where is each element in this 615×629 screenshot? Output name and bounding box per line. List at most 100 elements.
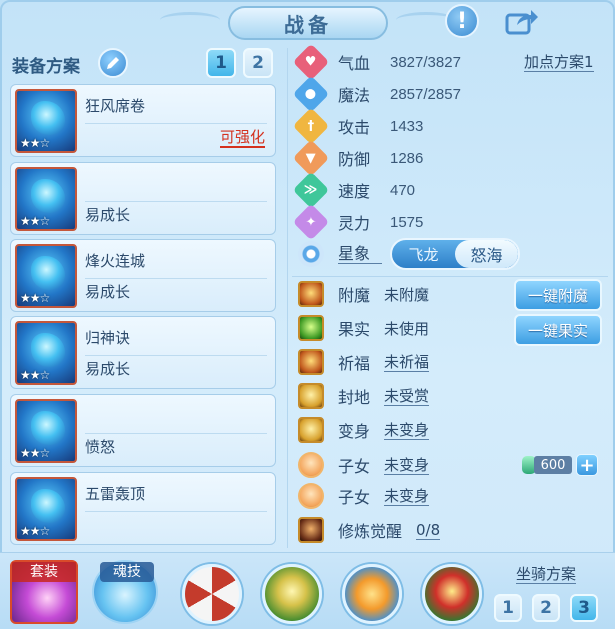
stat-value: 470 (390, 181, 416, 199)
star-sign-icon (298, 241, 324, 267)
spirit-icon: ✦ (292, 203, 330, 241)
equipment-row[interactable]: ★★☆ 归神诀 易成长 (10, 316, 276, 389)
feature-value[interactable]: 未变身 (384, 487, 430, 506)
skill-slot-2-icon[interactable] (262, 564, 322, 624)
soul-skill-label: 魂技 (100, 562, 154, 582)
star-sign-label[interactable]: 星象 (338, 244, 382, 264)
stat-row-attack: † 攻击 1433 (292, 107, 423, 145)
stat-row-mp: ● 魔法 2857/2857 (292, 75, 461, 113)
feature-label: 附魔 (338, 286, 371, 305)
feature-row-fief: 封地 未受赏 (296, 382, 430, 410)
star-sign-option-feilong[interactable]: 飞龙 (392, 240, 455, 268)
transform-icon (298, 417, 324, 443)
equipment-status: 易成长 (85, 360, 131, 378)
equipment-name: 狂风席卷 (85, 97, 146, 115)
stat-value: 1286 (390, 149, 424, 167)
skill-slot-4-icon[interactable] (422, 564, 482, 624)
info-icon[interactable]: ! (445, 4, 479, 38)
child-icon (298, 483, 324, 509)
panel-divider (287, 48, 288, 548)
attack-icon: † (292, 107, 330, 145)
stat-label: 气血 (338, 54, 371, 73)
heart-icon: ♥ (292, 43, 330, 81)
star-rating: ★★☆ (20, 214, 50, 228)
star-rating: ★★☆ (20, 368, 50, 382)
jade-counter: 600 + (522, 454, 604, 476)
equipment-row[interactable]: ★★☆ 易成长 (10, 162, 276, 235)
speed-icon: ≫ (292, 171, 330, 209)
feature-row-child-1: 子女 未变身 (296, 451, 430, 479)
equipment-icon: ★★☆ (15, 89, 77, 153)
equipment-name: 归神诀 (85, 329, 131, 347)
add-jade-button[interactable]: + (576, 454, 598, 476)
feature-value[interactable]: 未祈福 (384, 353, 430, 372)
child-icon (298, 452, 324, 478)
edit-plan-button[interactable] (98, 48, 128, 78)
stat-label: 灵力 (338, 214, 371, 233)
defense-icon: ▼ (292, 139, 330, 177)
star-rating: ★★☆ (20, 291, 50, 305)
feature-label: 封地 (338, 388, 371, 407)
suit-button[interactable]: 套装 (10, 560, 78, 624)
enhance-link[interactable]: 可强化 (219, 129, 265, 148)
equipment-status: 易成长 (85, 206, 131, 224)
enchant-icon (298, 281, 324, 307)
feature-value[interactable]: 0/8 (416, 521, 441, 540)
one-key-enchant-button[interactable]: 一键附魔 (514, 279, 602, 311)
feature-row-fruit: 果实 未使用 (296, 314, 429, 342)
one-key-fruit-button[interactable]: 一键果实 (514, 314, 602, 346)
blessing-icon (298, 349, 324, 375)
stat-label: 攻击 (338, 118, 371, 137)
mount-plan-label: 坐骑方案 (516, 565, 577, 584)
equipment-row[interactable]: ★★☆ 狂风席卷 可强化 (10, 84, 276, 157)
stat-label: 速度 (338, 182, 371, 201)
equipment-icon: ★★☆ (15, 167, 77, 231)
equipment-icon: ★★☆ (15, 399, 77, 463)
star-sign-row: 星象 (296, 240, 382, 268)
stat-label: 防御 (338, 150, 371, 169)
add-point-plan-link[interactable]: 加点方案1 (524, 54, 594, 72)
skill-slot-1-icon[interactable] (182, 564, 242, 624)
stat-value: 3827/3827 (390, 53, 461, 71)
title-left-ornament (160, 12, 220, 28)
stat-value: 1575 (390, 213, 424, 231)
feature-row-cultivation: 修炼觉醒 0/8 (296, 516, 441, 544)
pencil-icon (107, 57, 119, 69)
feature-label: 果实 (338, 320, 371, 339)
feature-row-child-2: 子女 未变身 (296, 482, 430, 510)
feature-label: 子女 (338, 457, 371, 476)
equipment-plan-2-button[interactable]: 2 (243, 48, 273, 78)
section-divider (292, 276, 608, 277)
soul-skill-button[interactable]: 魂技 (92, 560, 158, 624)
star-sign-option-nuhai[interactable]: 怒海 (455, 240, 518, 268)
share-icon[interactable] (504, 6, 540, 36)
star-rating: ★★☆ (20, 136, 50, 150)
feature-row-transform: 变身 未变身 (296, 416, 430, 444)
star-rating: ★★☆ (20, 446, 50, 460)
feature-label: 祈福 (338, 354, 371, 373)
feature-value: 未附魔 (384, 285, 430, 304)
feature-value[interactable]: 未变身 (384, 456, 430, 475)
mount-plan-3-button[interactable]: 3 (570, 594, 598, 622)
stat-value: 2857/2857 (390, 85, 461, 103)
mount-plan-2-button[interactable]: 2 (532, 594, 560, 622)
equipment-row[interactable]: ★★☆ 五雷轰顶 (10, 472, 276, 545)
fief-icon (298, 383, 324, 409)
stat-row-hp: ♥ 气血 3827/3827 (292, 43, 461, 81)
star-sign-toggle[interactable]: 飞龙 怒海 (390, 238, 520, 270)
feature-label: 修炼觉醒 (338, 522, 403, 541)
feature-row-enchant: 附魔 未附魔 (296, 280, 429, 308)
equipment-name: 烽火连城 (85, 252, 146, 270)
feature-value[interactable]: 未受赏 (384, 387, 430, 406)
jade-value: 600 (534, 456, 572, 474)
feature-value[interactable]: 未变身 (384, 421, 430, 440)
star-rating: ★★☆ (20, 524, 50, 538)
equipment-plan-1-button[interactable]: 1 (206, 48, 236, 78)
equipment-name: 五雷轰顶 (85, 485, 146, 503)
equipment-row[interactable]: ★★☆ 愤怒 (10, 394, 276, 467)
equipment-row[interactable]: ★★☆ 烽火连城 易成长 (10, 239, 276, 312)
mount-plan-1-button[interactable]: 1 (494, 594, 522, 622)
mana-icon: ● (292, 75, 330, 113)
stat-row-speed: ≫ 速度 470 (292, 171, 416, 209)
skill-slot-3-icon[interactable] (342, 564, 402, 624)
